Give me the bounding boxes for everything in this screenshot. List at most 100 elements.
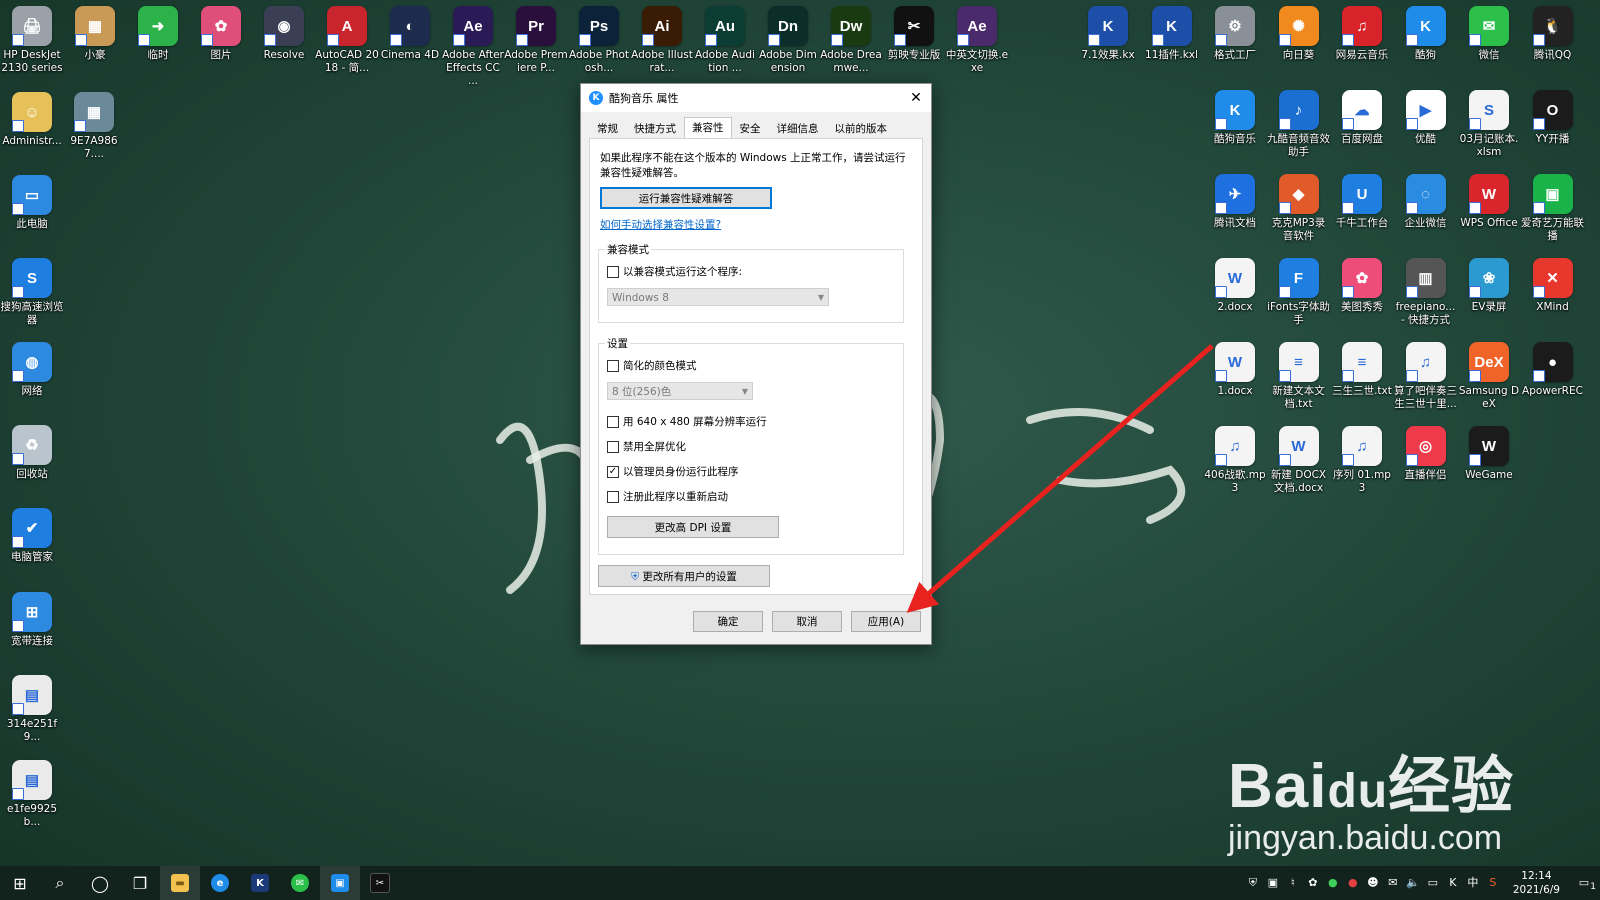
desktop-icon-photo-file[interactable]: ▦ 9E7A9867.... — [62, 92, 126, 161]
tab-compatibility[interactable]: 兼容性 — [684, 117, 732, 139]
cancel-button[interactable]: 取消 — [772, 611, 842, 632]
security-shield-icon[interactable]: ⛨ — [1245, 875, 1261, 891]
tab-shortcut[interactable]: 快捷方式 — [626, 118, 684, 139]
sogou-ime-icon[interactable]: S — [1485, 875, 1501, 891]
desktop-icon-baidu-netdisk[interactable]: ☁ 百度网盘 — [1330, 90, 1394, 146]
desktop-icon-premiere[interactable]: Pr Adobe Premiere P... — [504, 6, 568, 75]
desktop-icon-kugou[interactable]: K 酷狗 — [1394, 6, 1458, 62]
desktop-icon-photo[interactable]: ▦ 小豪 — [63, 6, 127, 62]
compat-mode-checkbox-box[interactable] — [607, 265, 619, 278]
run-troubleshooter-button[interactable]: 运行兼容性疑难解答 — [600, 187, 772, 209]
compat-os-select[interactable]: Windows 8 ▼ — [607, 288, 829, 306]
desktop-icon-word-file[interactable]: W 新建 DOCX 文档.docx — [1267, 426, 1331, 495]
desktop-icon-network[interactable]: ◍ 网络 — [0, 342, 64, 398]
change-dpi-button[interactable]: 更改高 DPI 设置 — [607, 516, 779, 538]
search-button[interactable]: ⌕ — [40, 866, 80, 900]
manual-settings-link[interactable]: 如何手动选择兼容性设置? — [600, 217, 721, 232]
desktop-icon-autocad[interactable]: A AutoCAD 2018 - 简... — [315, 6, 379, 75]
tab-details[interactable]: 详细信息 — [769, 118, 827, 139]
desktop-icon-ev-recorder[interactable]: ❀ EV录屏 — [1457, 258, 1521, 314]
desktop-icon-printer[interactable]: 🖨 HP DeskJet 2130 series — [0, 6, 64, 75]
desktop-icon-netease-music[interactable]: ♫ 网易云音乐 — [1330, 6, 1394, 62]
task-view-button[interactable]: ❐ — [120, 866, 160, 900]
apply-button[interactable]: 应用(A) — [851, 611, 921, 632]
desktop-icon-kxl-file[interactable]: K 11插件.kxl — [1140, 6, 1204, 62]
clock[interactable]: 12:14 2021/6/9 — [1513, 869, 1560, 897]
desktop-icon-word-file[interactable]: W 2.docx — [1203, 258, 1267, 314]
cortana-button[interactable]: ◯ — [80, 866, 120, 900]
desktop-icon-wechat[interactable]: ✉ 微信 — [1457, 6, 1521, 62]
res-640-checkbox[interactable]: 用 640 x 480 屏幕分辨率运行 — [607, 414, 767, 429]
microphone-icon[interactable]: ♮ — [1285, 875, 1301, 891]
desktop-icon-audio-helper[interactable]: ♪ 九酷音频音效助手 — [1267, 90, 1331, 159]
screenshot-icon[interactable]: ▣ — [1265, 875, 1281, 891]
desktop-icon-word-file[interactable]: W 1.docx — [1203, 342, 1267, 398]
taskbar-kugou-properties[interactable]: ▣ — [320, 866, 360, 900]
run-as-admin-checkbox-box[interactable]: ✓ — [607, 465, 619, 478]
desktop-icon-wegame[interactable]: W WeGame — [1457, 426, 1521, 482]
reduced-color-checkbox-box[interactable] — [607, 359, 619, 372]
desktop-icon-illustrator[interactable]: Ai Adobe Illustrat... — [630, 6, 694, 75]
disable-fullscreen-checkbox-box[interactable] — [607, 440, 619, 453]
desktop-icon-dimension[interactable]: Dn Adobe Dimension — [756, 6, 820, 75]
tab-general[interactable]: 常规 — [589, 118, 626, 139]
desktop-icon-xmind[interactable]: ✕ XMind — [1521, 258, 1585, 314]
desktop-icon-mp3-recorder[interactable]: ◆ 克克MP3录音软件 — [1267, 174, 1331, 243]
desktop-icon-kx-file[interactable]: K 7.1效果.kx — [1076, 6, 1140, 62]
desktop-icon-sunflower[interactable]: ✺ 向日葵 — [1267, 6, 1331, 62]
notification-center-icon[interactable]: ▭ 1 — [1570, 875, 1598, 892]
taskbar-wechat[interactable]: ✉ — [280, 866, 320, 900]
desktop-icon-yy[interactable]: O YY开播 — [1521, 90, 1585, 146]
desktop-icon-freepiano[interactable]: ▥ freepiano... - 快捷方式 — [1394, 258, 1458, 327]
register-restart-checkbox-box[interactable] — [607, 490, 619, 503]
disable-fullscreen-checkbox[interactable]: 禁用全屏优化 — [607, 439, 686, 454]
run-as-admin-checkbox[interactable]: ✓ 以管理员身份运行此程序 — [607, 464, 739, 479]
taskbar-edge[interactable]: e — [200, 866, 240, 900]
desktop-icon-meitu[interactable]: ✿ 美图秀秀 — [1330, 258, 1394, 314]
taskbar-capcut[interactable]: ✂ — [360, 866, 400, 900]
desktop-icon-dreamweaver[interactable]: Dw Adobe Dreamwe... — [819, 6, 883, 75]
desktop-icon-pc-manager[interactable]: ✔ 电脑管家 — [0, 508, 64, 564]
desktop-icon-ae-switch[interactable]: Ae 中英文切换.exe — [945, 6, 1009, 75]
green-status-icon[interactable]: ● — [1325, 875, 1341, 891]
start-button[interactable]: ⊞ — [0, 866, 40, 900]
change-all-users-button[interactable]: ⛨ 更改所有用户的设置 — [598, 565, 770, 587]
desktop-icon-wps[interactable]: W WPS Office — [1457, 174, 1521, 230]
close-icon[interactable]: ✕ — [901, 84, 931, 112]
color-depth-select[interactable]: 8 位(256)色 ▼ — [607, 382, 753, 400]
desktop-icon-capcut[interactable]: ✂ 剪映专业版 — [882, 6, 946, 62]
compat-mode-checkbox[interactable]: 以兼容模式运行这个程序: — [607, 264, 742, 279]
tab-previous-versions[interactable]: 以前的版本 — [827, 118, 896, 139]
desktop-icon-cinema4d[interactable]: ◐ Cinema 4D — [378, 6, 442, 62]
desktop-icon-resolve[interactable]: ◉ Resolve — [252, 6, 316, 62]
wechat-tray-icon[interactable]: ✉ — [1385, 875, 1401, 891]
desktop-icon-excel-file[interactable]: S 03月记账本.xlsm — [1457, 90, 1521, 159]
desktop-icon-after-effects[interactable]: Ae Adobe After Effects CC ... — [441, 6, 505, 88]
desktop-icon-qq[interactable]: 🐧 腾讯QQ — [1521, 6, 1585, 62]
desktop-icon-youku[interactable]: ▶ 优酷 — [1394, 90, 1458, 146]
desktop-icon-arrow-folder[interactable]: ➜ 临时 — [126, 6, 190, 62]
ok-button[interactable]: 确定 — [693, 611, 763, 632]
taskbar-file-explorer[interactable]: ▬ — [160, 866, 200, 900]
desktop-icon-recycle-bin[interactable]: ♻ 回收站 — [0, 425, 64, 481]
network-tray-icon[interactable]: ▭ — [1425, 875, 1441, 891]
register-restart-checkbox[interactable]: 注册此程序以重新启动 — [607, 489, 728, 504]
dialog-titlebar[interactable]: K 酷狗音乐 属性 ✕ — [581, 84, 931, 112]
desktop-icon-image-file[interactable]: ▤ e1fe9925b... — [0, 760, 64, 829]
volume-icon[interactable]: 🔈 — [1405, 875, 1421, 891]
desktop-icon-qianniu[interactable]: U 千牛工作台 — [1330, 174, 1394, 230]
ime-indicator[interactable]: 中 — [1465, 875, 1481, 891]
app-tray-icon[interactable]: ✿ — [1305, 875, 1321, 891]
desktop-icon-tencent-docs[interactable]: ✈ 腾讯文档 — [1203, 174, 1267, 230]
desktop-icon-ifonts[interactable]: FiFonts字体助手 — [1267, 258, 1331, 327]
desktop-icon-image-file[interactable]: ▤ 314e251f9... — [0, 675, 64, 744]
qq-tray-icon[interactable]: ☻ — [1365, 875, 1381, 891]
desktop-icon-user-folder[interactable]: ☺ Administr... — [0, 92, 64, 148]
taskbar-kx[interactable]: K — [240, 866, 280, 900]
desktop-icon-format-factory[interactable]: ⚙ 格式工厂 — [1203, 6, 1267, 62]
desktop-icon-mp3-file[interactable]: ♫ 算了吧伴奏三生三世十里... — [1394, 342, 1458, 411]
desktop-icon-audition[interactable]: Au Adobe Audition ... — [693, 6, 757, 75]
desktop-icon-text-file[interactable]: ≡ 三生三世.txt — [1330, 342, 1394, 398]
desktop-icon-samsung-dex[interactable]: DeX Samsung DeX — [1457, 342, 1521, 411]
desktop-icon-this-pc[interactable]: ▭ 此电脑 — [0, 175, 64, 231]
